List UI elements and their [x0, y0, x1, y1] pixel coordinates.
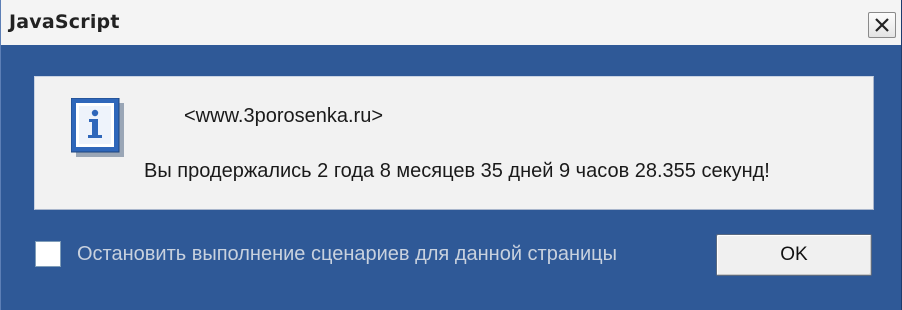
- window-title: JavaScript: [9, 11, 120, 33]
- ok-button[interactable]: OK: [716, 234, 872, 276]
- info-icon: [71, 98, 124, 157]
- message-text: Вы продержались 2 года 8 месяцев 35 дней…: [144, 160, 770, 182]
- title-bar: JavaScript: [1, 0, 901, 45]
- close-button[interactable]: [868, 12, 896, 38]
- message-site: <www.3porosenka.ru>: [184, 105, 384, 127]
- close-icon: [875, 18, 889, 32]
- suppress-scripts-label[interactable]: Остановить выполнение сценариев для данн…: [77, 243, 617, 266]
- suppress-scripts-checkbox[interactable]: [35, 241, 61, 267]
- message-panel: [34, 76, 874, 210]
- javascript-alert-dialog: JavaScript <www.3porosenka.ru> Вы продер…: [0, 0, 902, 310]
